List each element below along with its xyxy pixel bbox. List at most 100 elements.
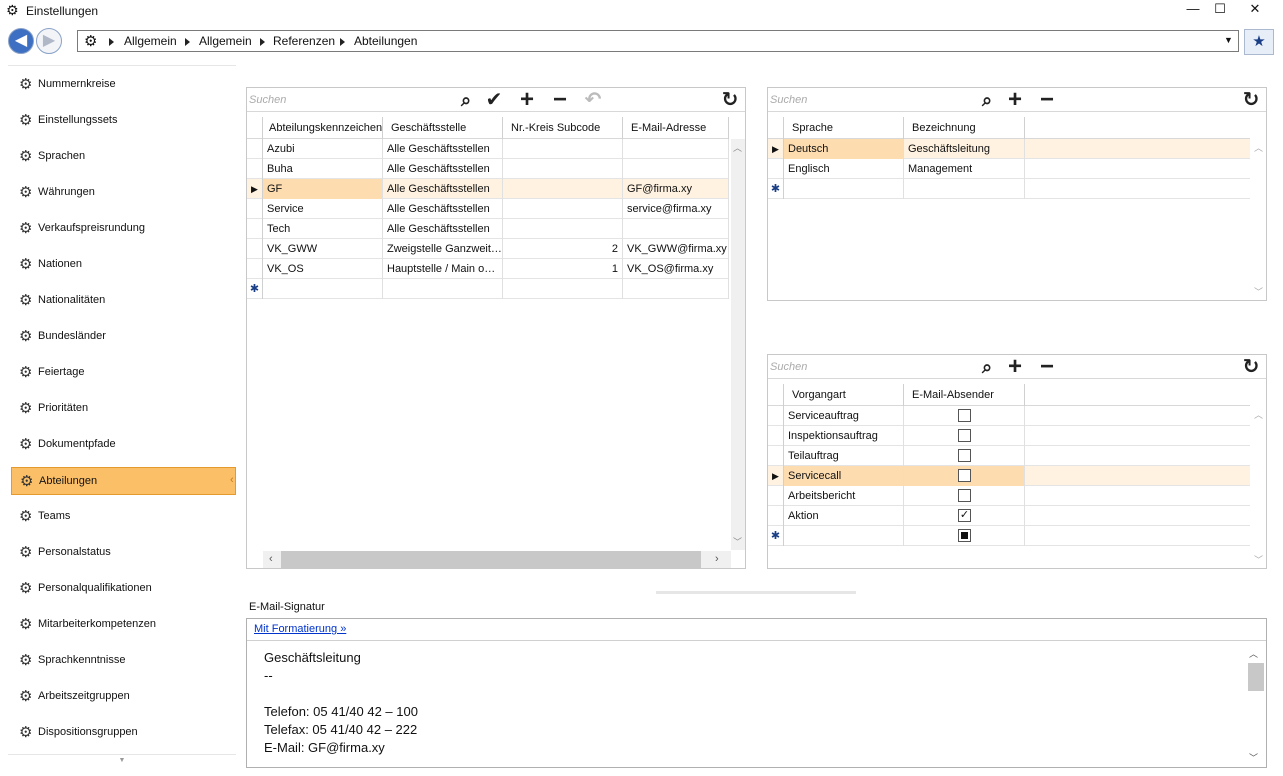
vertical-scrollbar[interactable]: ︿ ﹀ — [731, 139, 745, 550]
chevron-up-icon[interactable]: ︿ — [1249, 647, 1258, 660]
checkbox[interactable]: ✓ — [958, 509, 971, 522]
maximize-button[interactable]: ☐ — [1205, 0, 1235, 20]
table-cell[interactable] — [503, 139, 623, 159]
table-cell[interactable]: Buha — [263, 159, 383, 179]
table-cell[interactable] — [623, 139, 729, 159]
table-row[interactable]: Azubi Alle Geschäftsstellen — [247, 139, 729, 159]
table-cell[interactable]: Alle Geschäftsstellen — [383, 199, 503, 219]
scrollbar-thumb[interactable] — [1248, 663, 1264, 691]
remove-button[interactable]: − — [1036, 355, 1058, 379]
breadcrumb[interactable]: ⚙ Allgemein Allgemein Referenzen Abteilu… — [77, 30, 1239, 52]
column-header[interactable]: Nr.-Kreis Subcode — [503, 117, 623, 139]
sidebar-item[interactable]: ⚙ Bundesländer — [11, 323, 236, 351]
table-row[interactable]: Aktion ✓ — [768, 506, 1250, 526]
table-row[interactable]: Buha Alle Geschäftsstellen — [247, 159, 729, 179]
new-row[interactable]: ✱ — [247, 279, 729, 299]
table-row[interactable]: Inspektionsauftrag — [768, 426, 1250, 446]
table-cell[interactable]: VK_OS@firma.xy — [623, 259, 729, 279]
checkbox[interactable] — [958, 409, 971, 422]
remove-button[interactable]: − — [549, 88, 571, 112]
sidebar-item[interactable]: ⚙ Nationen — [11, 251, 236, 279]
table-cell[interactable]: VK_GWW@firma.xy — [623, 239, 729, 259]
chevron-left-icon[interactable]: ‹ — [269, 553, 273, 565]
table-row[interactable]: ▶ GF Alle Geschäftsstellen GF@firma.xy — [247, 179, 729, 199]
checkbox[interactable] — [958, 489, 971, 502]
breadcrumb-item[interactable]: Abteilungen — [354, 34, 417, 48]
column-header[interactable]: Geschäftsstelle — [383, 117, 503, 139]
table-cell[interactable] — [383, 279, 503, 299]
search-input[interactable]: Suchen — [770, 361, 807, 373]
table-cell[interactable] — [263, 279, 383, 299]
checkbox-indeterminate[interactable] — [958, 529, 971, 542]
sidebar-item[interactable]: ⚙ Verkaufspreisrundung — [11, 215, 236, 243]
chevron-up-icon[interactable]: ︿ — [733, 141, 742, 154]
new-row[interactable]: ✱ — [768, 526, 1250, 546]
chevron-down-icon[interactable]: ﹀ — [1254, 553, 1263, 566]
sidebar-scroll-down-icon[interactable]: ▼ — [8, 754, 236, 768]
confirm-button[interactable]: ✔ — [483, 90, 505, 110]
sidebar-item[interactable]: ⚙ Prioritäten — [11, 395, 236, 423]
sidebar-item[interactable]: ⚙ Personalstatus — [11, 539, 236, 567]
sidebar-item[interactable]: ⚙ Dispositionsgruppen — [11, 719, 236, 747]
search-icon[interactable]: ⌕ — [976, 90, 998, 110]
sidebar-item[interactable]: ⚙ Sprachkenntnisse — [11, 647, 236, 675]
table-row[interactable]: Serviceauftrag — [768, 406, 1250, 426]
table-cell[interactable]: Servicecall — [784, 466, 904, 486]
table-cell[interactable]: VK_OS — [263, 259, 383, 279]
checkbox[interactable] — [958, 429, 971, 442]
table-cell[interactable] — [503, 159, 623, 179]
table-cell[interactable] — [623, 159, 729, 179]
table-cell[interactable]: GF@firma.xy — [623, 179, 729, 199]
add-button[interactable]: + — [1004, 88, 1026, 112]
table-cell[interactable] — [623, 219, 729, 239]
back-button[interactable]: ◀ — [8, 28, 34, 54]
new-row[interactable]: ✱ — [768, 179, 1250, 199]
scrollbar-thumb[interactable] — [281, 551, 701, 568]
chevron-down-icon[interactable]: ﹀ — [733, 535, 742, 548]
vertical-scrollbar[interactable]: ︿ ﹀ — [1252, 139, 1266, 300]
table-row[interactable]: Englisch Management — [768, 159, 1250, 179]
table-cell[interactable]: GF — [263, 179, 383, 199]
table-cell[interactable]: Geschäftsleitung — [904, 139, 1025, 159]
splitter-handle[interactable] — [656, 591, 856, 594]
minimize-button[interactable]: — — [1178, 0, 1208, 20]
close-button[interactable]: ✕ — [1240, 0, 1270, 20]
table-cell[interactable]: Serviceauftrag — [784, 406, 904, 426]
table-cell[interactable] — [784, 179, 904, 199]
favorite-star-icon[interactable]: ★ — [1244, 29, 1274, 55]
table-cell[interactable] — [503, 279, 623, 299]
search-input[interactable]: Suchen — [770, 94, 807, 106]
column-header[interactable]: E-Mail-Absender — [904, 384, 1025, 406]
refresh-button[interactable]: ↻ — [1240, 357, 1262, 377]
chevron-down-icon[interactable]: ﹀ — [1249, 751, 1258, 764]
chevron-down-icon[interactable]: ﹀ — [1254, 285, 1263, 298]
vertical-scrollbar[interactable]: ︿ ﹀ — [1252, 406, 1266, 568]
table-row[interactable]: VK_GWW Zweigstelle Ganzweit… 2 VK_GWW@firma… — [247, 239, 729, 259]
table-cell[interactable]: 1 — [503, 259, 623, 279]
remove-button[interactable]: − — [1036, 88, 1058, 112]
table-cell[interactable]: VK_GWW — [263, 239, 383, 259]
sidebar-item[interactable]: ⚙ Personalqualifikationen — [11, 575, 236, 603]
table-cell[interactable]: Teilauftrag — [784, 446, 904, 466]
sidebar-item[interactable]: ⚙ Sprachen — [11, 143, 236, 171]
table-cell[interactable] — [503, 219, 623, 239]
table-cell[interactable] — [784, 526, 904, 546]
table-cell[interactable]: Alle Geschäftsstellen — [383, 179, 503, 199]
sidebar-item[interactable]: ⚙ Nummernkreise — [11, 71, 236, 99]
table-row[interactable]: Service Alle Geschäftsstellen service@firm… — [247, 199, 729, 219]
table-cell[interactable]: Englisch — [784, 159, 904, 179]
table-cell[interactable]: Arbeitsbericht — [784, 486, 904, 506]
table-row[interactable]: ▶ Servicecall — [768, 466, 1250, 486]
sidebar-item[interactable]: ⚙ Nationalitäten — [11, 287, 236, 315]
table-row[interactable]: ▶ Deutsch Geschäftsleitung — [768, 139, 1250, 159]
add-button[interactable]: + — [516, 88, 538, 112]
sidebar-item[interactable]: ⚙ Abteilungen ‹ — [11, 467, 236, 495]
sidebar-item[interactable]: ⚙ Arbeitszeitgruppen — [11, 683, 236, 711]
search-icon[interactable]: ⌕ — [455, 90, 477, 110]
horizontal-scrollbar[interactable]: ‹ › — [263, 551, 731, 568]
vertical-scrollbar[interactable]: ︿ ﹀ — [1247, 647, 1264, 767]
column-header[interactable]: E-Mail-Adresse — [623, 117, 729, 139]
table-cell[interactable]: Hauptstelle / Main o… — [383, 259, 503, 279]
column-header[interactable]: Vorgangart — [784, 384, 904, 406]
table-cell[interactable]: Alle Geschäftsstellen — [383, 159, 503, 179]
